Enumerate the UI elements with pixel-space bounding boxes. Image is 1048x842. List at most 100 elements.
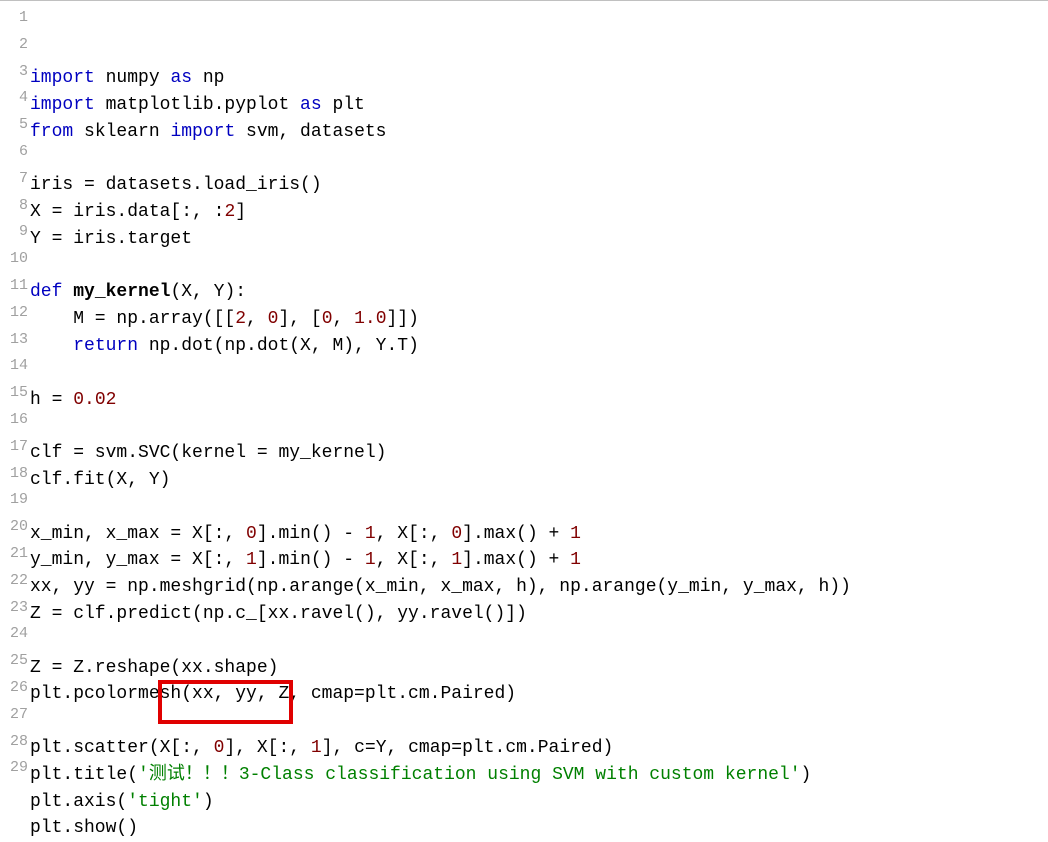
code-line[interactable]: plt.scatter(X[:, 0], X[:, 1], c=Y, cmap=… xyxy=(30,735,1048,762)
code-token: clf.fit(X, Y) xyxy=(30,470,170,490)
line-number: 29 xyxy=(0,755,28,782)
code-token: 1 xyxy=(570,550,581,570)
line-number: 25 xyxy=(0,648,28,675)
line-number: 15 xyxy=(0,380,28,407)
line-number: 27 xyxy=(0,702,28,729)
line-number-gutter: 1234567891011121314151617181920212223242… xyxy=(0,5,30,794)
code-token: svm, datasets xyxy=(235,122,386,142)
code-token: my_kernel xyxy=(73,282,170,302)
code-line[interactable]: iris = datasets.load_iris() xyxy=(30,172,1048,199)
code-token: 2 xyxy=(235,309,246,329)
code-token: plt.pcolormesh(xx, yy, Z, cmap=plt.cm.Pa… xyxy=(30,684,516,704)
code-token: y_min, y_max = X[:, xyxy=(30,550,246,570)
code-token: from xyxy=(30,122,73,142)
code-line[interactable]: xx, yy = np.meshgrid(np.arange(x_min, x_… xyxy=(30,574,1048,601)
code-token: ], X[:, xyxy=(224,738,310,758)
line-number: 17 xyxy=(0,434,28,461)
code-token: 0 xyxy=(246,524,257,544)
line-number: 3 xyxy=(0,59,28,86)
code-line[interactable]: import matplotlib.pyplot as plt xyxy=(30,92,1048,119)
line-number: 11 xyxy=(0,273,28,300)
code-token: numpy xyxy=(95,68,171,88)
code-token: M = np.array([[ xyxy=(30,309,235,329)
code-token: 1 xyxy=(246,550,257,570)
code-token xyxy=(62,282,73,302)
code-token: x_min, x_max = X[:, xyxy=(30,524,246,544)
code-token: '测试！！！3-Class classification using SVM w… xyxy=(138,765,801,785)
code-token: 0 xyxy=(214,738,225,758)
code-token: , X[:, xyxy=(376,524,452,544)
code-token: iris = datasets.load_iris() xyxy=(30,175,322,195)
code-line[interactable]: import numpy as np xyxy=(30,65,1048,92)
code-token: 1 xyxy=(365,550,376,570)
code-line[interactable]: plt.axis('tight') xyxy=(30,789,1048,816)
code-token: ], [ xyxy=(278,309,321,329)
line-number: 13 xyxy=(0,327,28,354)
code-line[interactable]: Z = clf.predict(np.c_[xx.ravel(), yy.rav… xyxy=(30,601,1048,628)
line-number: 2 xyxy=(0,32,28,59)
code-line[interactable]: Y = iris.target xyxy=(30,226,1048,253)
line-number: 19 xyxy=(0,487,28,514)
code-token: ].max() + xyxy=(462,550,570,570)
code-line[interactable]: plt.show() xyxy=(30,815,1048,842)
code-token: ]]) xyxy=(387,309,419,329)
code-line[interactable]: from sklearn import svm, datasets xyxy=(30,119,1048,146)
code-token: plt.scatter(X[:, xyxy=(30,738,214,758)
code-token: 2 xyxy=(224,202,235,222)
code-token: ].min() - xyxy=(257,550,365,570)
code-token: Z = Z.reshape(xx.shape) xyxy=(30,658,278,678)
line-number: 8 xyxy=(0,193,28,220)
code-editor[interactable]: 1234567891011121314151617181920212223242… xyxy=(0,1,1048,794)
code-line[interactable]: plt.pcolormesh(xx, yy, Z, cmap=plt.cm.Pa… xyxy=(30,681,1048,708)
code-token: as xyxy=(170,68,192,88)
code-token: import xyxy=(30,95,95,115)
code-line[interactable]: return np.dot(np.dot(X, M), Y.T) xyxy=(30,333,1048,360)
line-number: 5 xyxy=(0,112,28,139)
code-token: 1 xyxy=(570,524,581,544)
code-line[interactable] xyxy=(30,253,1048,280)
code-token: plt.title( xyxy=(30,765,138,785)
line-number: 14 xyxy=(0,353,28,380)
code-line[interactable] xyxy=(30,628,1048,655)
code-token: 0 xyxy=(268,309,279,329)
code-token: 0.02 xyxy=(73,390,116,410)
code-line[interactable] xyxy=(30,413,1048,440)
code-token: as xyxy=(300,95,322,115)
code-token: 1 xyxy=(451,550,462,570)
code-token: np xyxy=(192,68,224,88)
code-line[interactable]: clf = svm.SVC(kernel = my_kernel) xyxy=(30,440,1048,467)
code-token: np.dot(np.dot(X, M), Y.T) xyxy=(138,336,419,356)
code-line[interactable]: M = np.array([[2, 0], [0, 1.0]]) xyxy=(30,306,1048,333)
code-area[interactable]: import numpy as npimport matplotlib.pypl… xyxy=(30,5,1048,794)
code-line[interactable]: clf.fit(X, Y) xyxy=(30,467,1048,494)
code-token: , xyxy=(246,309,268,329)
code-token: ].max() + xyxy=(462,524,570,544)
code-line[interactable]: X = iris.data[:, :2] xyxy=(30,199,1048,226)
line-number: 16 xyxy=(0,407,28,434)
code-token: Z = clf.predict(np.c_[xx.ravel(), yy.rav… xyxy=(30,604,527,624)
code-token: sklearn xyxy=(73,122,170,142)
code-line[interactable]: y_min, y_max = X[:, 1].min() - 1, X[:, 1… xyxy=(30,547,1048,574)
code-line[interactable]: h = 0.02 xyxy=(30,387,1048,414)
code-line[interactable]: Z = Z.reshape(xx.shape) xyxy=(30,655,1048,682)
code-token: 1 xyxy=(365,524,376,544)
code-token: return xyxy=(73,336,138,356)
code-token: h = xyxy=(30,390,73,410)
code-line[interactable] xyxy=(30,145,1048,172)
code-line[interactable] xyxy=(30,360,1048,387)
line-number: 10 xyxy=(0,246,28,273)
code-line[interactable]: plt.title('测试！！！3-Class classification u… xyxy=(30,762,1048,789)
code-line[interactable]: x_min, x_max = X[:, 0].min() - 1, X[:, 0… xyxy=(30,521,1048,548)
code-token: def xyxy=(30,282,62,302)
code-token: (X, Y): xyxy=(170,282,246,302)
code-token: plt.show() xyxy=(30,818,138,838)
code-line[interactable] xyxy=(30,494,1048,521)
code-token: clf = svm.SVC(kernel = my_kernel) xyxy=(30,443,386,463)
code-token: ] xyxy=(235,202,246,222)
code-line[interactable]: def my_kernel(X, Y): xyxy=(30,279,1048,306)
code-token: , xyxy=(333,309,355,329)
code-token: , X[:, xyxy=(376,550,452,570)
line-number: 1 xyxy=(0,5,28,32)
code-line[interactable] xyxy=(30,708,1048,735)
line-number: 23 xyxy=(0,595,28,622)
